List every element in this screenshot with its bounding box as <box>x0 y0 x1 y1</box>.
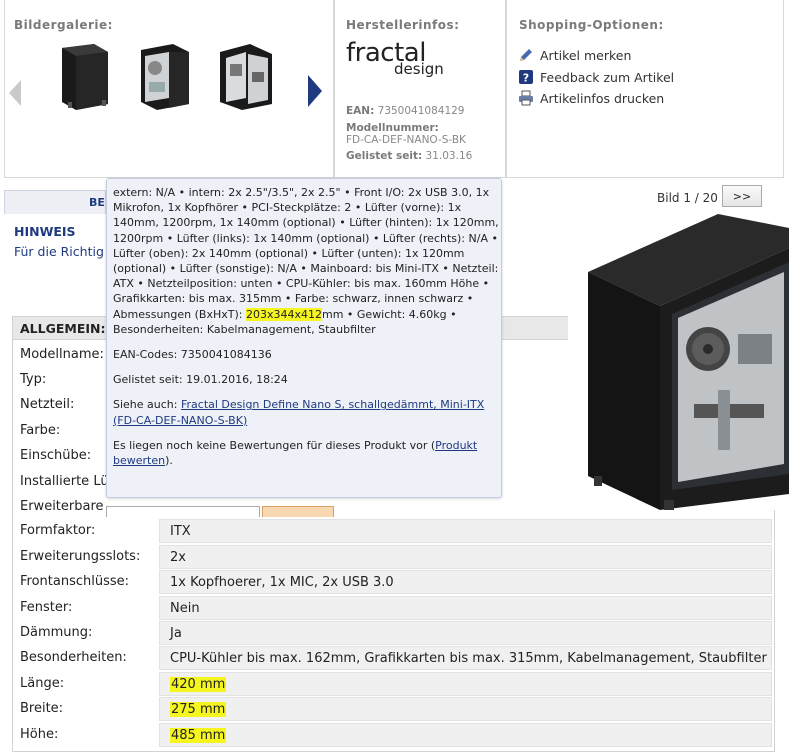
row-value-cell: ITX <box>159 519 772 543</box>
product-image[interactable] <box>568 214 789 510</box>
gallery-prev-arrow-icon[interactable] <box>9 80 21 106</box>
logo-text-bottom: design <box>394 60 444 78</box>
model-value: FD-CA-DEF-NANO-S-BK <box>346 134 466 146</box>
row-label: Modellname: <box>20 347 104 362</box>
row-value-cell: 275 mm <box>159 697 772 721</box>
model-line: Modellnummer: FD-CA-DEF-NANO-S-BK <box>346 122 466 146</box>
row-label: Installierte Lü <box>20 474 109 489</box>
question-icon: ? <box>519 70 533 85</box>
tooltip-listed: Gelistet seit: 19.01.2016, 18:24 <box>113 373 288 387</box>
tooltip-specs-before: extern: N/A • intern: 2x 2.5"/3.5", 2x 2… <box>113 186 499 321</box>
table-row: Frontanschlüsse: 1x Kopfhoerer, 1x MIC, … <box>13 570 774 595</box>
image-next-button[interactable]: >> <box>722 185 762 207</box>
row-value: ITX <box>170 524 191 539</box>
gallery-thumb-3[interactable] <box>216 42 276 112</box>
fractal-design-logo[interactable]: fractal design <box>346 38 456 86</box>
tooltip-ean: EAN-Codes: 7350041084136 <box>113 348 272 362</box>
manufacturer-title: Herstellerinfos: <box>346 18 460 32</box>
hinweis-title: HINWEIS <box>14 224 76 239</box>
table-row: Fenster: Nein <box>13 596 774 621</box>
row-label: Netzteil: <box>20 397 75 412</box>
reviews-suffix: ). <box>165 454 173 468</box>
ean-value: 7350041084129 <box>377 105 465 117</box>
table-row: Dämmung: Ja <box>13 621 774 646</box>
row-value: CPU-Kühler bis max. 162mm, Grafikkarten … <box>170 651 767 666</box>
row-value: Ja <box>170 626 182 641</box>
row-label: Formfaktor: <box>20 523 96 538</box>
row-value-cell: 420 mm <box>159 672 772 696</box>
table-row: Breite: 275 mm <box>13 697 774 722</box>
tab-label: BE <box>89 196 105 209</box>
row-value: 275 mm <box>170 702 227 717</box>
expandable-button[interactable] <box>262 506 334 517</box>
table-row: Höhe: 485 mm <box>13 723 774 748</box>
gallery-next-arrow-icon[interactable] <box>308 75 322 107</box>
gallery-thumb-2[interactable] <box>135 42 195 112</box>
tooltip-dimensions-highlight: 203x344x412 <box>245 307 322 321</box>
row-value-cell: 485 mm <box>159 723 772 747</box>
gallery-title: Bildergalerie: <box>14 18 113 32</box>
shopping-title: Shopping-Optionen: <box>519 18 664 32</box>
row-label: Einschübe: <box>20 448 92 463</box>
listed-value: 31.03.16 <box>425 150 473 162</box>
tooltip-reviews: Es liegen noch keine Bewertungen für die… <box>113 438 499 468</box>
shopping-item-label: Artikel merken <box>540 47 632 63</box>
model-label: Modellnummer: <box>346 122 439 134</box>
table-row: Besonderheiten: CPU-Kühler bis max. 162m… <box>13 646 774 671</box>
printer-icon <box>519 90 533 106</box>
shopping-panel: Shopping-Optionen: <box>506 0 784 178</box>
row-label: Länge: <box>20 676 65 691</box>
product-tooltip: extern: N/A • intern: 2x 2.5"/3.5", 2x 2… <box>106 178 502 498</box>
tooltip-see-also: Siehe auch: Fractal Design Define Nano S… <box>113 397 499 427</box>
row-label: Typ: <box>20 372 47 387</box>
row-label: Erweiterungsslots: <box>20 549 141 564</box>
image-pager-text: Bild 1 / 20 <box>657 191 718 205</box>
row-value-cell: 2x <box>159 545 772 569</box>
row-label: Breite: <box>20 701 64 716</box>
row-label: Erweiterbare <box>20 499 104 514</box>
row-label: Höhe: <box>20 727 59 742</box>
listed-label: Gelistet seit: <box>346 150 423 162</box>
spec-header-label: ALLGEMEIN: <box>20 321 106 336</box>
tooltip-specs: extern: N/A • intern: 2x 2.5"/3.5", 2x 2… <box>113 185 499 337</box>
see-also-label: Siehe auch: <box>113 398 181 412</box>
shopping-item-label: Feedback zum Artikel <box>540 69 675 85</box>
ean-label: EAN: <box>346 105 375 117</box>
row-label: Dämmung: <box>20 625 93 640</box>
ean-line: EAN: 7350041084129 <box>346 105 465 117</box>
row-value-cell: CPU-Kühler bis max. 162mm, Grafikkarten … <box>159 646 772 670</box>
row-value-cell: Nein <box>159 596 772 620</box>
shopping-item-feedback[interactable]: ? Feedback zum Artikel <box>518 69 674 85</box>
table-row: Erweiterungsslots: 2x <box>13 545 774 570</box>
row-value: 1x Kopfhoerer, 1x MIC, 2x USB 3.0 <box>170 575 394 590</box>
row-value: Nein <box>170 601 200 616</box>
svg-text:?: ? <box>523 72 529 85</box>
row-label: Frontanschlüsse: <box>20 574 130 589</box>
shopping-item-drucken[interactable]: Artikelinfos drucken <box>518 90 664 106</box>
description-tab[interactable]: BE <box>4 190 106 214</box>
shopping-item-label: Artikelinfos drucken <box>540 90 665 106</box>
row-label: Farbe: <box>20 423 61 438</box>
table-row: Länge: 420 mm <box>13 672 774 697</box>
row-value-cell: 1x Kopfhoerer, 1x MIC, 2x USB 3.0 <box>159 570 772 594</box>
hinweis-text: Für die Richtig <box>14 244 104 259</box>
table-row: Formfaktor: ITX <box>13 519 774 544</box>
gallery-thumb-1[interactable] <box>54 42 114 112</box>
row-value-cell: Ja <box>159 621 772 645</box>
reviews-prefix: Es liegen noch keine Bewertungen für die… <box>113 438 436 452</box>
pencil-icon <box>520 49 532 61</box>
tooltip-content: extern: N/A • intern: 2x 2.5"/3.5", 2x 2… <box>113 185 499 478</box>
shopping-item-merken[interactable]: Artikel merken <box>518 47 631 63</box>
row-value: 2x <box>170 550 186 565</box>
expandable-select[interactable] <box>106 506 260 517</box>
row-value: 420 mm <box>170 677 227 692</box>
row-label: Fenster: <box>20 600 73 615</box>
listed-line: Gelistet seit: 31.03.16 <box>346 150 472 162</box>
row-label: Besonderheiten: <box>20 650 127 665</box>
row-value: 485 mm <box>170 728 227 743</box>
